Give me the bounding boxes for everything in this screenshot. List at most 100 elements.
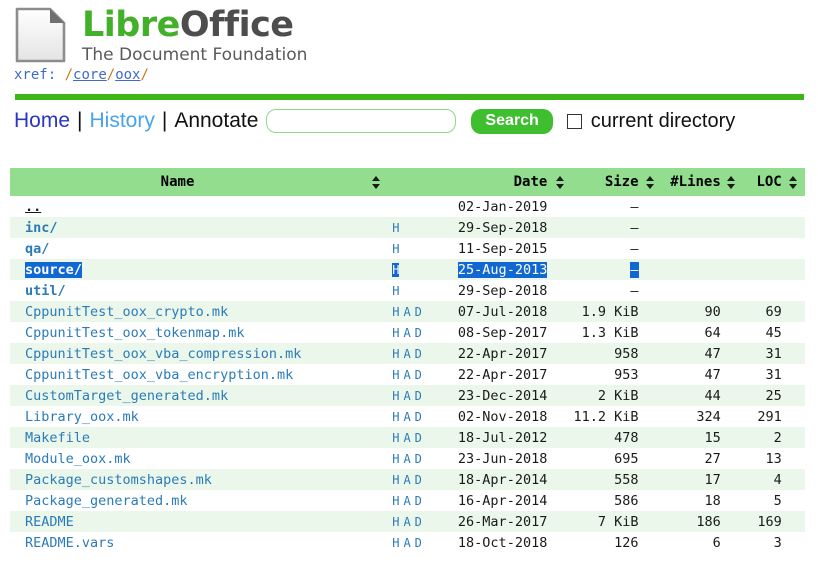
directory-link[interactable]: qa — [25, 241, 41, 257]
sort-toggle-loc[interactable] — [781, 168, 805, 196]
table-row[interactable]: README H A D 26-Mar-2017 7 KiB 186 169 — [10, 511, 805, 532]
column-header-date[interactable]: Date — [444, 168, 548, 196]
table-row[interactable]: source/H 25-Aug-2013– — [10, 259, 805, 280]
annotate-link[interactable]: A — [403, 473, 410, 487]
history-link[interactable]: H — [392, 473, 399, 487]
date-value: 02-Nov-2018 — [457, 408, 548, 425]
sort-toggle-size[interactable] — [638, 168, 662, 196]
history-link[interactable]: H — [392, 494, 399, 508]
file-link[interactable]: CustomTarget_generated.mk — [25, 388, 228, 404]
column-header-size[interactable]: Size — [573, 168, 639, 196]
history-link[interactable]: H — [392, 221, 399, 235]
parent-directory-link[interactable]: .. — [25, 199, 41, 215]
sort-toggle-name[interactable] — [360, 168, 393, 196]
history-link[interactable]: H — [392, 452, 399, 466]
annotate-link[interactable]: A — [403, 431, 410, 445]
history-link[interactable]: H — [392, 326, 399, 340]
download-link[interactable]: D — [415, 536, 422, 550]
table-row[interactable]: Library_oox.mk H A D 02-Nov-2018 11.2 KiB 324 2… — [10, 406, 805, 427]
annotate-link[interactable]: A — [403, 410, 410, 424]
column-header-lines[interactable]: #Lines — [661, 168, 721, 196]
nav-history-link[interactable]: History — [90, 109, 155, 133]
sort-toggle-lines[interactable] — [720, 168, 743, 196]
download-link[interactable]: D — [415, 452, 422, 466]
download-link[interactable]: D — [415, 347, 422, 361]
annotate-link[interactable]: A — [403, 326, 410, 340]
history-link[interactable]: H — [392, 284, 399, 298]
cell-actions: H — [392, 280, 445, 301]
history-link[interactable]: H — [392, 389, 399, 403]
table-header: Name Date Size #Lines LOC — [10, 168, 805, 196]
download-link[interactable]: D — [415, 515, 422, 529]
table-row[interactable]: CppunitTest_oox_crypto.mk H A D 07-Jul-2018 1… — [10, 301, 805, 322]
download-link[interactable]: D — [415, 389, 422, 403]
breadcrumb-oox[interactable]: oox — [115, 67, 140, 83]
file-link[interactable]: README — [25, 514, 74, 530]
annotate-link[interactable]: A — [403, 536, 410, 550]
history-link[interactable]: H — [392, 515, 399, 529]
table-row[interactable]: Package_generated.mk H A D 16-Apr-2014 586 18 5 — [10, 490, 805, 511]
search-input[interactable] — [266, 109, 457, 133]
table-row[interactable]: README.vars H A D 18-Oct-2018 126 6 3 — [10, 532, 805, 553]
history-link[interactable]: H — [392, 347, 399, 361]
download-link[interactable]: D — [415, 473, 422, 487]
history-link[interactable]: H — [392, 410, 399, 424]
download-link[interactable]: D — [415, 494, 422, 508]
file-link[interactable]: Makefile — [25, 430, 90, 446]
cell-spacer — [547, 469, 574, 490]
annotate-link[interactable]: A — [403, 389, 410, 403]
current-directory-checkbox[interactable] — [566, 113, 582, 129]
path-slash: / — [57, 282, 66, 299]
table-row[interactable]: .. 02-Jan-2019 – — [10, 196, 805, 217]
annotate-link[interactable]: A — [403, 494, 410, 508]
column-header-name[interactable]: Name — [10, 168, 361, 196]
cell-date: 18-Jul-2012 — [444, 427, 548, 448]
file-link[interactable]: Library_oox.mk — [25, 409, 139, 425]
history-link[interactable]: H — [392, 368, 399, 382]
table-row[interactable]: inc/H 29-Sep-2018– — [10, 217, 805, 238]
file-link[interactable]: Package_generated.mk — [25, 493, 188, 509]
directory-link[interactable]: util — [25, 283, 58, 299]
nav-home-link[interactable]: Home — [14, 109, 70, 133]
download-link[interactable]: D — [415, 305, 422, 319]
file-link[interactable]: CppunitTest_oox_vba_encryption.mk — [25, 367, 293, 383]
cell-spacer — [360, 217, 393, 238]
file-link[interactable]: CppunitTest_oox_crypto.mk — [25, 304, 228, 320]
download-link[interactable]: D — [415, 326, 422, 340]
download-link[interactable]: D — [415, 368, 422, 382]
table-row[interactable]: CppunitTest_oox_vba_encryption.mk H A D 22-A… — [10, 364, 805, 385]
table-row[interactable]: Module_oox.mk H A D 23-Jun-2018 695 27 13 — [10, 448, 805, 469]
file-link[interactable]: CppunitTest_oox_vba_compression.mk — [25, 346, 301, 362]
table-row[interactable]: util/H 29-Sep-2018– — [10, 280, 805, 301]
cell-lines: 47 — [661, 364, 721, 385]
history-link[interactable]: H — [392, 431, 399, 445]
history-link[interactable]: H — [392, 305, 399, 319]
search-button[interactable]: Search — [471, 108, 553, 134]
sort-toggle-date[interactable] — [547, 168, 574, 196]
file-link[interactable]: Package_customshapes.mk — [25, 472, 212, 488]
table-row[interactable]: Package_customshapes.mk H A D 18-Apr-2014 558… — [10, 469, 805, 490]
history-link[interactable]: H — [392, 262, 400, 277]
table-row[interactable]: Makefile H A D 18-Jul-2012 478 15 2 — [10, 427, 805, 448]
file-link[interactable]: Module_oox.mk — [25, 451, 131, 467]
annotate-link[interactable]: A — [403, 368, 410, 382]
annotate-link[interactable]: A — [403, 347, 410, 361]
table-row[interactable]: CustomTarget_generated.mk H A D 23-Dec-2014 2… — [10, 385, 805, 406]
history-link[interactable]: H — [392, 242, 399, 256]
directory-link[interactable]: source — [25, 262, 74, 278]
download-link[interactable]: D — [415, 410, 422, 424]
breadcrumb-core[interactable]: core — [73, 67, 107, 83]
history-link[interactable]: H — [392, 536, 399, 550]
table-row[interactable]: CppunitTest_oox_vba_compression.mk H A D 22-… — [10, 343, 805, 364]
annotate-link[interactable]: A — [403, 452, 410, 466]
cell-loc: 31 — [742, 343, 782, 364]
table-row[interactable]: qa/H 11-Sep-2015– — [10, 238, 805, 259]
annotate-link[interactable]: A — [403, 515, 410, 529]
directory-link[interactable]: inc — [25, 220, 49, 236]
column-header-loc[interactable]: LOC — [742, 168, 782, 196]
file-link[interactable]: CppunitTest_oox_tokenmap.mk — [25, 325, 244, 341]
annotate-link[interactable]: A — [403, 305, 410, 319]
download-link[interactable]: D — [415, 431, 422, 445]
file-link[interactable]: README.vars — [25, 535, 114, 551]
table-row[interactable]: CppunitTest_oox_tokenmap.mk H A D 08-Sep-201… — [10, 322, 805, 343]
